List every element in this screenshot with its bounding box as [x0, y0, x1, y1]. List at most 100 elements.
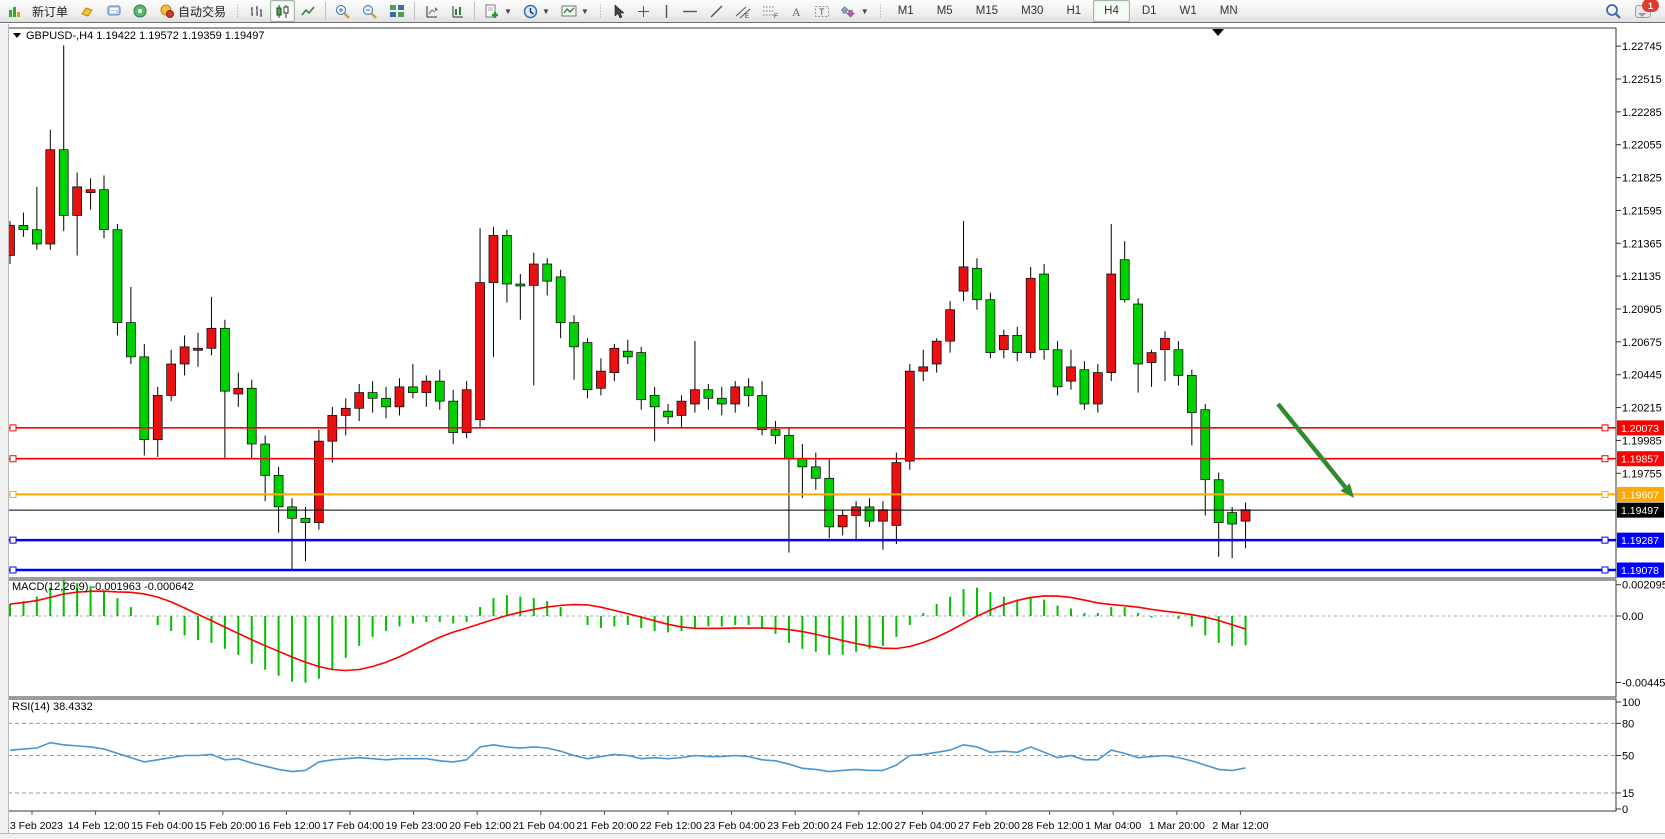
svg-text:1.19985: 1.19985 [1622, 435, 1662, 447]
zoom-out-button[interactable] [357, 0, 383, 22]
svg-text:21 Feb 04:00: 21 Feb 04:00 [513, 820, 575, 832]
vertical-line-button[interactable] [657, 0, 676, 22]
gold-button[interactable] [74, 0, 100, 22]
template-button[interactable]: ▼ [556, 0, 594, 22]
candle-chart-button[interactable] [270, 0, 295, 22]
svg-text:17 Feb 04:00: 17 Feb 04:00 [322, 820, 384, 832]
svg-text:13 Feb 2023: 13 Feb 2023 [4, 820, 63, 832]
svg-text:1.21825: 1.21825 [1622, 173, 1662, 185]
svg-text:15 Feb 20:00: 15 Feb 20:00 [195, 820, 257, 832]
bar-chart-button[interactable] [244, 0, 269, 22]
svg-text:27 Feb 04:00: 27 Feb 04:00 [894, 820, 956, 832]
community-button[interactable] [101, 0, 127, 22]
toolbar-separator [474, 2, 475, 20]
new-chart-button[interactable]: ▼ [479, 0, 517, 22]
timeframe-h4-button[interactable]: H4 [1093, 0, 1130, 22]
text-label-button[interactable]: T [809, 0, 835, 22]
indicator-window-button[interactable] [445, 0, 470, 22]
arrange-window-button[interactable] [419, 0, 444, 22]
svg-text:24 Feb 12:00: 24 Feb 12:00 [831, 820, 893, 832]
macd-indicator-label: MACD(12,26,9) -0.001963 -0.000642 [12, 581, 194, 593]
svg-text:1.20445: 1.20445 [1622, 370, 1662, 382]
svg-text:80: 80 [1622, 718, 1634, 730]
svg-text:E: E [745, 14, 749, 19]
svg-text:T: T [819, 7, 825, 17]
svg-text:100: 100 [1622, 697, 1640, 709]
text-button[interactable]: A [785, 0, 808, 22]
zoom-in-button[interactable] [330, 0, 356, 22]
mt4-window: 新订单自动交易▼▼▼EFAT▼M1M5M15M30H1H4D1W1MN1 1.2… [0, 0, 1665, 839]
svg-text:0.00: 0.00 [1622, 611, 1643, 623]
channel-button[interactable]: E [730, 0, 756, 22]
svg-text:14 Feb 12:00: 14 Feb 12:00 [68, 820, 130, 832]
svg-text:28 Feb 12:00: 28 Feb 12:00 [1022, 820, 1084, 832]
trendline-button[interactable] [704, 0, 729, 22]
fibonacci-button[interactable]: F [757, 0, 784, 22]
notification-badge: 1 [1642, 0, 1659, 12]
svg-text:1.22055: 1.22055 [1622, 140, 1662, 152]
svg-text:1.22745: 1.22745 [1622, 41, 1662, 53]
svg-text:1.19078: 1.19078 [1621, 565, 1659, 577]
svg-text:16 Feb 12:00: 16 Feb 12:00 [258, 820, 320, 832]
timeframe-m5-button[interactable]: M5 [926, 0, 964, 22]
main-panel [8, 28, 1616, 578]
svg-text:21 Feb 20:00: 21 Feb 20:00 [576, 820, 638, 832]
left-splitter[interactable] [0, 24, 9, 839]
chart-title[interactable]: GBPUSD-,H4 1.19422 1.19572 1.19359 1.194… [13, 29, 265, 42]
svg-text:15 Feb 04:00: 15 Feb 04:00 [131, 820, 193, 832]
cursor-button[interactable] [607, 0, 630, 22]
svg-text:0.002095: 0.002095 [1622, 580, 1665, 592]
horizontal-line-button[interactable] [677, 0, 703, 22]
svg-text:1.19755: 1.19755 [1622, 468, 1662, 480]
toolbar-grip [235, 3, 240, 19]
tile-windows-button[interactable] [384, 0, 410, 22]
timeframe-d1-button[interactable]: D1 [1131, 0, 1168, 22]
svg-text:23 Feb 20:00: 23 Feb 20:00 [767, 820, 829, 832]
timeframe-w1-button[interactable]: W1 [1169, 0, 1208, 22]
timeframe-h1-button[interactable]: H1 [1055, 0, 1092, 22]
signal-button[interactable] [128, 0, 153, 22]
svg-text:1.20073: 1.20073 [1621, 423, 1659, 435]
svg-text:27 Feb 20:00: 27 Feb 20:00 [958, 820, 1020, 832]
timeframe-m1-button[interactable]: M1 [887, 0, 925, 22]
svg-text:A: A [792, 5, 801, 19]
svg-text:1 Mar 20:00: 1 Mar 20:00 [1149, 820, 1205, 832]
svg-text:19 Feb 23:00: 19 Feb 23:00 [386, 820, 448, 832]
toolbar-separator [325, 2, 326, 20]
price-axis: 1.227451.225151.222851.220551.218251.215… [1616, 41, 1662, 480]
svg-text:15: 15 [1622, 788, 1634, 800]
svg-text:1.19497: 1.19497 [1621, 505, 1659, 517]
svg-text:50: 50 [1622, 751, 1634, 763]
svg-text:0: 0 [1622, 804, 1628, 816]
bottom-strip [0, 833, 1665, 839]
line-chart-button[interactable] [296, 0, 321, 22]
svg-text:2 Mar 12:00: 2 Mar 12:00 [1212, 820, 1268, 832]
toolbar-separator [414, 2, 415, 20]
time-axis: 13 Feb 2023 14 Feb 12:0015 Feb 04:0015 Fe… [4, 811, 1269, 832]
svg-text:1.20675: 1.20675 [1622, 337, 1662, 349]
svg-text:1.19857: 1.19857 [1621, 454, 1659, 466]
svg-text:1 Mar 04:00: 1 Mar 04:00 [1085, 820, 1141, 832]
timeframe-m30-button[interactable]: M30 [1010, 0, 1054, 22]
autotrade-button[interactable]: 自动交易 [154, 0, 231, 22]
new-order-button[interactable]: 新订单 [27, 0, 73, 22]
svg-text:1.19607: 1.19607 [1621, 489, 1659, 501]
period-button[interactable]: ▼ [518, 0, 555, 22]
crosshair-button[interactable] [631, 0, 656, 22]
toolbar-grip [878, 3, 883, 19]
toolbar-grip [598, 3, 603, 19]
timeframe-mn-button[interactable]: MN [1209, 0, 1249, 22]
svg-text:1.21135: 1.21135 [1622, 271, 1661, 283]
svg-text:1.20905: 1.20905 [1622, 304, 1662, 316]
chart-area[interactable]: 1.200731.198571.196071.194971.192871.190… [0, 0, 1665, 839]
notifications-button[interactable]: 1 [1635, 2, 1657, 20]
symbol-ohlc-text: GBPUSD-,H4 1.19422 1.19572 1.19359 1.194… [26, 30, 265, 42]
rsi-indicator-label: RSI(14) 38.4332 [12, 701, 93, 713]
search-button[interactable] [1600, 0, 1627, 22]
timeframe-m15-button[interactable]: M15 [965, 0, 1009, 22]
shapes-button[interactable]: ▼ [836, 0, 874, 22]
chart-mini-icon[interactable] [2, 0, 26, 22]
symbol-dropdown-icon[interactable] [13, 33, 21, 42]
svg-text:22 Feb 12:00: 22 Feb 12:00 [640, 820, 702, 832]
svg-text:20 Feb 12:00: 20 Feb 12:00 [449, 820, 511, 832]
